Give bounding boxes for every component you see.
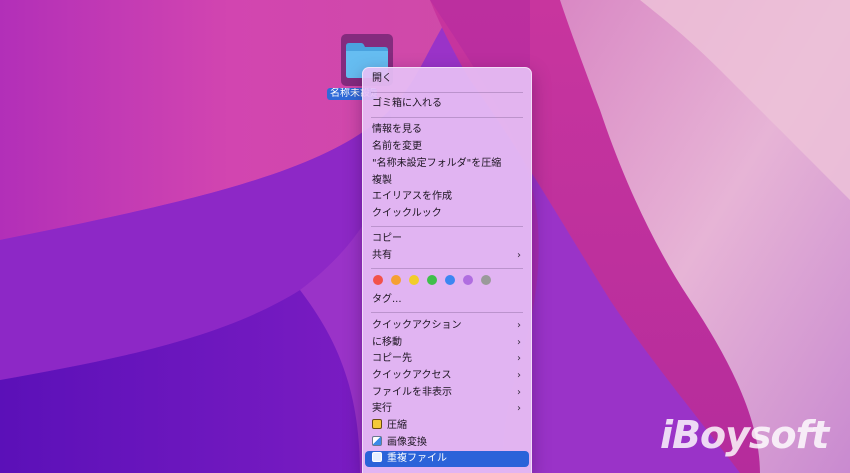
- duplicate-files-icon: [372, 452, 382, 462]
- tag-yellow-dot[interactable]: [409, 275, 419, 285]
- menu-separator: [371, 92, 523, 93]
- tag-red-dot[interactable]: [373, 275, 383, 285]
- menu-item-quick-actions[interactable]: クイックアクション ›: [365, 318, 529, 334]
- chevron-right-icon: ›: [517, 353, 521, 364]
- menu-item-duplicate[interactable]: 複製: [365, 173, 529, 189]
- menu-item-rename[interactable]: 名前を変更: [365, 139, 529, 155]
- context-menu: 開く ゴミ箱に入れる 情報を見る 名前を変更 "名称未設定フォルダ"を圧縮 複製…: [362, 67, 532, 473]
- desktop: 名称未設定フォルダ 開く ゴミ箱に入れる 情報を見る 名前を変更 "名称未設定フ…: [0, 0, 850, 473]
- menu-item-share[interactable]: 共有 ›: [365, 248, 529, 264]
- menu-item-tags[interactable]: タグ...: [365, 292, 529, 308]
- menu-item-move-to-trash[interactable]: ゴミ箱に入れる: [365, 96, 529, 112]
- chevron-right-icon: ›: [517, 337, 521, 348]
- tag-orange-dot[interactable]: [391, 275, 401, 285]
- chevron-right-icon: ›: [517, 320, 521, 331]
- menu-separator: [371, 117, 523, 118]
- archive-icon: [372, 419, 382, 429]
- menu-item-quick-access[interactable]: クイックアクセス ›: [365, 368, 529, 384]
- menu-item-compress[interactable]: "名称未設定フォルダ"を圧縮: [365, 156, 529, 172]
- menu-item-run[interactable]: 実行 ›: [365, 401, 529, 417]
- menu-item-hide-files[interactable]: ファイルを非表示 ›: [365, 385, 529, 401]
- menu-item-copy[interactable]: コピー: [365, 231, 529, 247]
- tag-gray-dot[interactable]: [481, 275, 491, 285]
- chevron-right-icon: ›: [517, 387, 521, 398]
- menu-item-ext-compress[interactable]: 圧縮: [365, 418, 529, 434]
- image-convert-icon: [372, 436, 382, 446]
- menu-item-ext-duplicate-files[interactable]: 重複ファイル: [365, 451, 529, 467]
- tag-green-dot[interactable]: [427, 275, 437, 285]
- watermark-logo: iBoysoft: [660, 413, 829, 457]
- tag-purple-dot[interactable]: [463, 275, 473, 285]
- menu-item-make-alias[interactable]: エイリアスを作成: [365, 189, 529, 205]
- menu-separator: [371, 268, 523, 269]
- menu-separator: [371, 312, 523, 313]
- menu-separator: [371, 226, 523, 227]
- chevron-right-icon: ›: [517, 250, 521, 261]
- tag-blue-dot[interactable]: [445, 275, 455, 285]
- chevron-right-icon: ›: [517, 403, 521, 414]
- menu-item-ext-image-convert[interactable]: 画像変換: [365, 435, 529, 451]
- menu-item-get-info[interactable]: 情報を見る: [365, 122, 529, 138]
- menu-item-copy-to[interactable]: コピー先 ›: [365, 351, 529, 367]
- chevron-right-icon: ›: [517, 370, 521, 381]
- menu-item-open[interactable]: 開く: [365, 71, 529, 87]
- menu-item-quick-look[interactable]: クイックルック: [365, 206, 529, 222]
- menu-item-move-to[interactable]: に移動 ›: [365, 335, 529, 351]
